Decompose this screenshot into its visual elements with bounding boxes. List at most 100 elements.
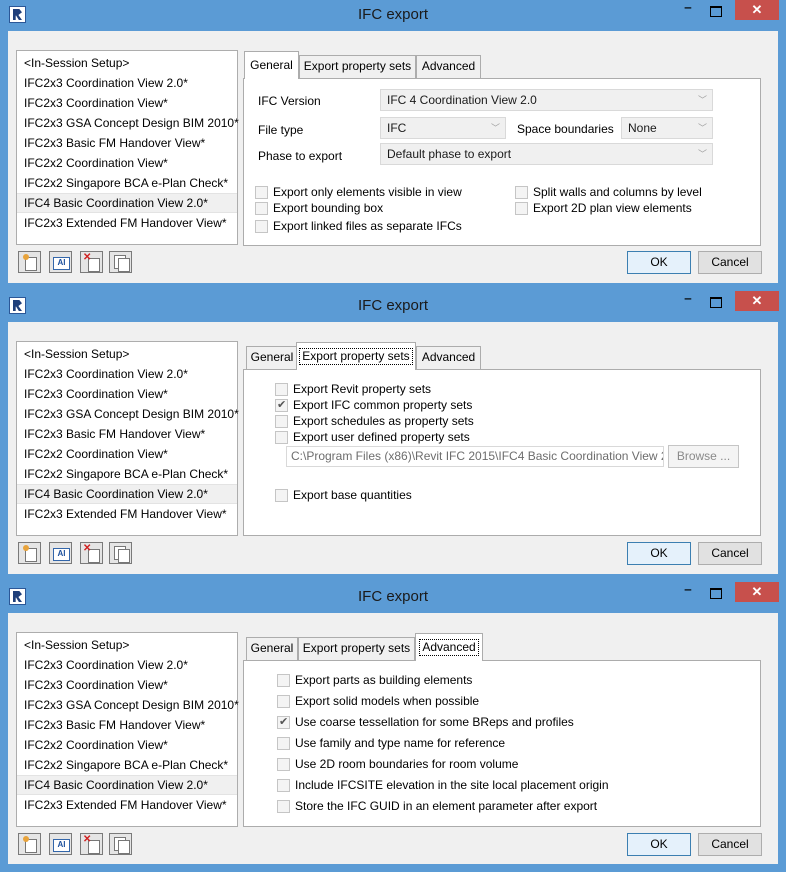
setup-list-item[interactable]: <In-Session Setup> (17, 53, 237, 73)
tab-export-property-sets[interactable]: Export property sets (299, 55, 416, 78)
checkbox-revit-property-sets[interactable]: Export Revit property sets (275, 381, 431, 397)
checkbox-linked-files[interactable]: Export linked files as separate IFCs (255, 218, 462, 234)
checkbox-box[interactable] (255, 186, 268, 199)
setup-list-item[interactable]: IFC2x2 Singapore BCA e-Plan Check* (17, 173, 237, 193)
duplicate-setup-button[interactable] (109, 251, 132, 273)
setup-list-item[interactable]: IFC2x3 Extended FM Handover View* (17, 504, 237, 524)
delete-setup-button[interactable] (80, 251, 103, 273)
checkbox-box[interactable] (255, 220, 268, 233)
checkbox-box[interactable] (275, 383, 288, 396)
checkbox-split-walls[interactable]: Split walls and columns by level (515, 184, 702, 200)
ok-button[interactable]: OK (627, 542, 691, 565)
checkbox-box[interactable] (515, 202, 528, 215)
setup-list-item-selected[interactable]: IFC4 Basic Coordination View 2.0* (17, 193, 237, 213)
checkbox-2d-room-boundaries[interactable]: Use 2D room boundaries for room volume (277, 756, 518, 772)
checkbox-schedules-property-sets[interactable]: Export schedules as property sets (275, 413, 474, 429)
cancel-button[interactable]: Cancel (698, 251, 762, 274)
setup-list[interactable]: <In-Session Setup> IFC2x3 Coordination V… (16, 50, 239, 245)
minimize-button[interactable]: ‒ (674, 582, 702, 603)
maximize-button[interactable] (702, 582, 728, 603)
rename-setup-button[interactable] (49, 251, 72, 273)
checkbox-parts-as-building-elements[interactable]: Export parts as building elements (277, 672, 472, 688)
setup-list-item[interactable]: IFC2x3 Coordination View* (17, 384, 237, 404)
setup-list-item[interactable]: IFC2x3 Basic FM Handover View* (17, 424, 237, 444)
checkbox-box[interactable] (275, 415, 288, 428)
checkbox-box[interactable] (277, 779, 290, 792)
checkbox-user-defined-property-sets[interactable]: Export user defined property sets (275, 429, 470, 445)
setup-list-item[interactable]: IFC2x3 Coordination View 2.0* (17, 655, 237, 675)
maximize-button[interactable] (702, 291, 728, 312)
setup-list-item[interactable]: IFC2x2 Coordination View* (17, 444, 237, 464)
setup-list-item[interactable]: IFC2x2 Singapore BCA e-Plan Check* (17, 464, 237, 484)
checkbox-ifcsite-elevation[interactable]: Include IFCSITE elevation in the site lo… (277, 777, 609, 793)
setup-list[interactable]: <In-Session Setup> IFC2x3 Coordination V… (16, 632, 239, 827)
close-button[interactable]: ✕ (735, 582, 779, 602)
setup-list-item[interactable]: IFC2x2 Coordination View* (17, 735, 237, 755)
property-sets-path-field[interactable]: C:\Program Files (x86)\Revit IFC 2015\IF… (286, 446, 664, 467)
rename-setup-button[interactable] (49, 542, 72, 564)
setup-list-item[interactable]: IFC2x3 GSA Concept Design BIM 2010* (17, 113, 239, 133)
rename-setup-button[interactable] (49, 833, 72, 855)
duplicate-setup-button[interactable] (109, 542, 132, 564)
setup-list-item[interactable]: <In-Session Setup> (17, 344, 237, 364)
checkbox-box[interactable] (277, 758, 290, 771)
setup-list-item[interactable]: IFC2x3 Coordination View 2.0* (17, 364, 237, 384)
tab-general[interactable]: General (244, 51, 299, 79)
cancel-button[interactable]: Cancel (698, 542, 762, 565)
title-bar[interactable]: IFC export ‒ ✕ (0, 291, 786, 322)
checkbox-base-quantities[interactable]: Export base quantities (275, 487, 412, 503)
cancel-button[interactable]: Cancel (698, 833, 762, 856)
checkbox-ifc-common-property-sets[interactable]: Export IFC common property sets (275, 397, 472, 413)
tab-export-property-sets[interactable]: Export property sets (298, 637, 415, 660)
space-boundaries-dropdown[interactable]: None ﹀ (621, 117, 713, 139)
setup-list-item[interactable]: IFC2x3 Coordination View* (17, 675, 237, 695)
close-button[interactable]: ✕ (735, 291, 779, 311)
checkbox-box[interactable] (275, 489, 288, 502)
checkbox-box[interactable] (275, 431, 288, 444)
checkbox-visible-elements[interactable]: Export only elements visible in view (255, 184, 462, 200)
tab-export-property-sets[interactable]: Export property sets (296, 342, 416, 370)
maximize-button[interactable] (702, 0, 728, 21)
checkbox-solid-models[interactable]: Export solid models when possible (277, 693, 479, 709)
title-bar[interactable]: IFC export ‒ ✕ (0, 0, 786, 31)
checkbox-box[interactable] (277, 800, 290, 813)
setup-list-item-selected[interactable]: IFC4 Basic Coordination View 2.0* (17, 484, 237, 504)
setup-list-item[interactable]: IFC2x3 Coordination View* (17, 93, 237, 113)
setup-list-item[interactable]: IFC2x3 Extended FM Handover View* (17, 795, 237, 815)
checkbox-box[interactable] (277, 695, 290, 708)
ok-button[interactable]: OK (627, 251, 691, 274)
title-bar[interactable]: IFC export ‒ ✕ (0, 582, 786, 613)
checkbox-coarse-tessellation[interactable]: Use coarse tessellation for some BReps a… (277, 714, 574, 730)
minimize-button[interactable]: ‒ (674, 291, 702, 312)
duplicate-setup-button[interactable] (109, 833, 132, 855)
checkbox-box[interactable] (277, 737, 290, 750)
checkbox-box-checked[interactable] (277, 714, 290, 730)
delete-setup-button[interactable] (80, 833, 103, 855)
file-type-dropdown[interactable]: IFC ﹀ (380, 117, 506, 139)
minimize-button[interactable]: ‒ (674, 0, 702, 21)
new-setup-button[interactable] (18, 542, 41, 564)
setup-list-item[interactable]: IFC2x3 GSA Concept Design BIM 2010* (17, 404, 239, 424)
tab-advanced[interactable]: Advanced (416, 55, 481, 78)
checkbox-box-checked[interactable] (275, 397, 288, 413)
checkbox-box[interactable] (515, 186, 528, 199)
checkbox-store-ifc-guid[interactable]: Store the IFC GUID in an element paramet… (277, 798, 597, 814)
browse-button[interactable]: Browse ... (668, 445, 739, 468)
setup-list-item[interactable]: IFC2x2 Coordination View* (17, 153, 237, 173)
tab-general[interactable]: General (246, 346, 298, 369)
setup-list[interactable]: <In-Session Setup> IFC2x3 Coordination V… (16, 341, 239, 536)
new-setup-button[interactable] (18, 833, 41, 855)
checkbox-bounding-box[interactable]: Export bounding box (255, 200, 383, 216)
checkbox-2d-plan[interactable]: Export 2D plan view elements (515, 200, 692, 216)
setup-list-item[interactable]: IFC2x3 Extended FM Handover View* (17, 213, 237, 233)
tab-general[interactable]: General (246, 637, 298, 660)
setup-list-item[interactable]: <In-Session Setup> (17, 635, 237, 655)
setup-list-item[interactable]: IFC2x3 Coordination View 2.0* (17, 73, 237, 93)
close-button[interactable]: ✕ (735, 0, 779, 20)
tab-advanced[interactable]: Advanced (416, 346, 481, 369)
setup-list-item[interactable]: IFC2x3 Basic FM Handover View* (17, 715, 237, 735)
tab-advanced[interactable]: Advanced (415, 633, 483, 661)
delete-setup-button[interactable] (80, 542, 103, 564)
setup-list-item[interactable]: IFC2x2 Singapore BCA e-Plan Check* (17, 755, 237, 775)
checkbox-family-type-name[interactable]: Use family and type name for reference (277, 735, 505, 751)
